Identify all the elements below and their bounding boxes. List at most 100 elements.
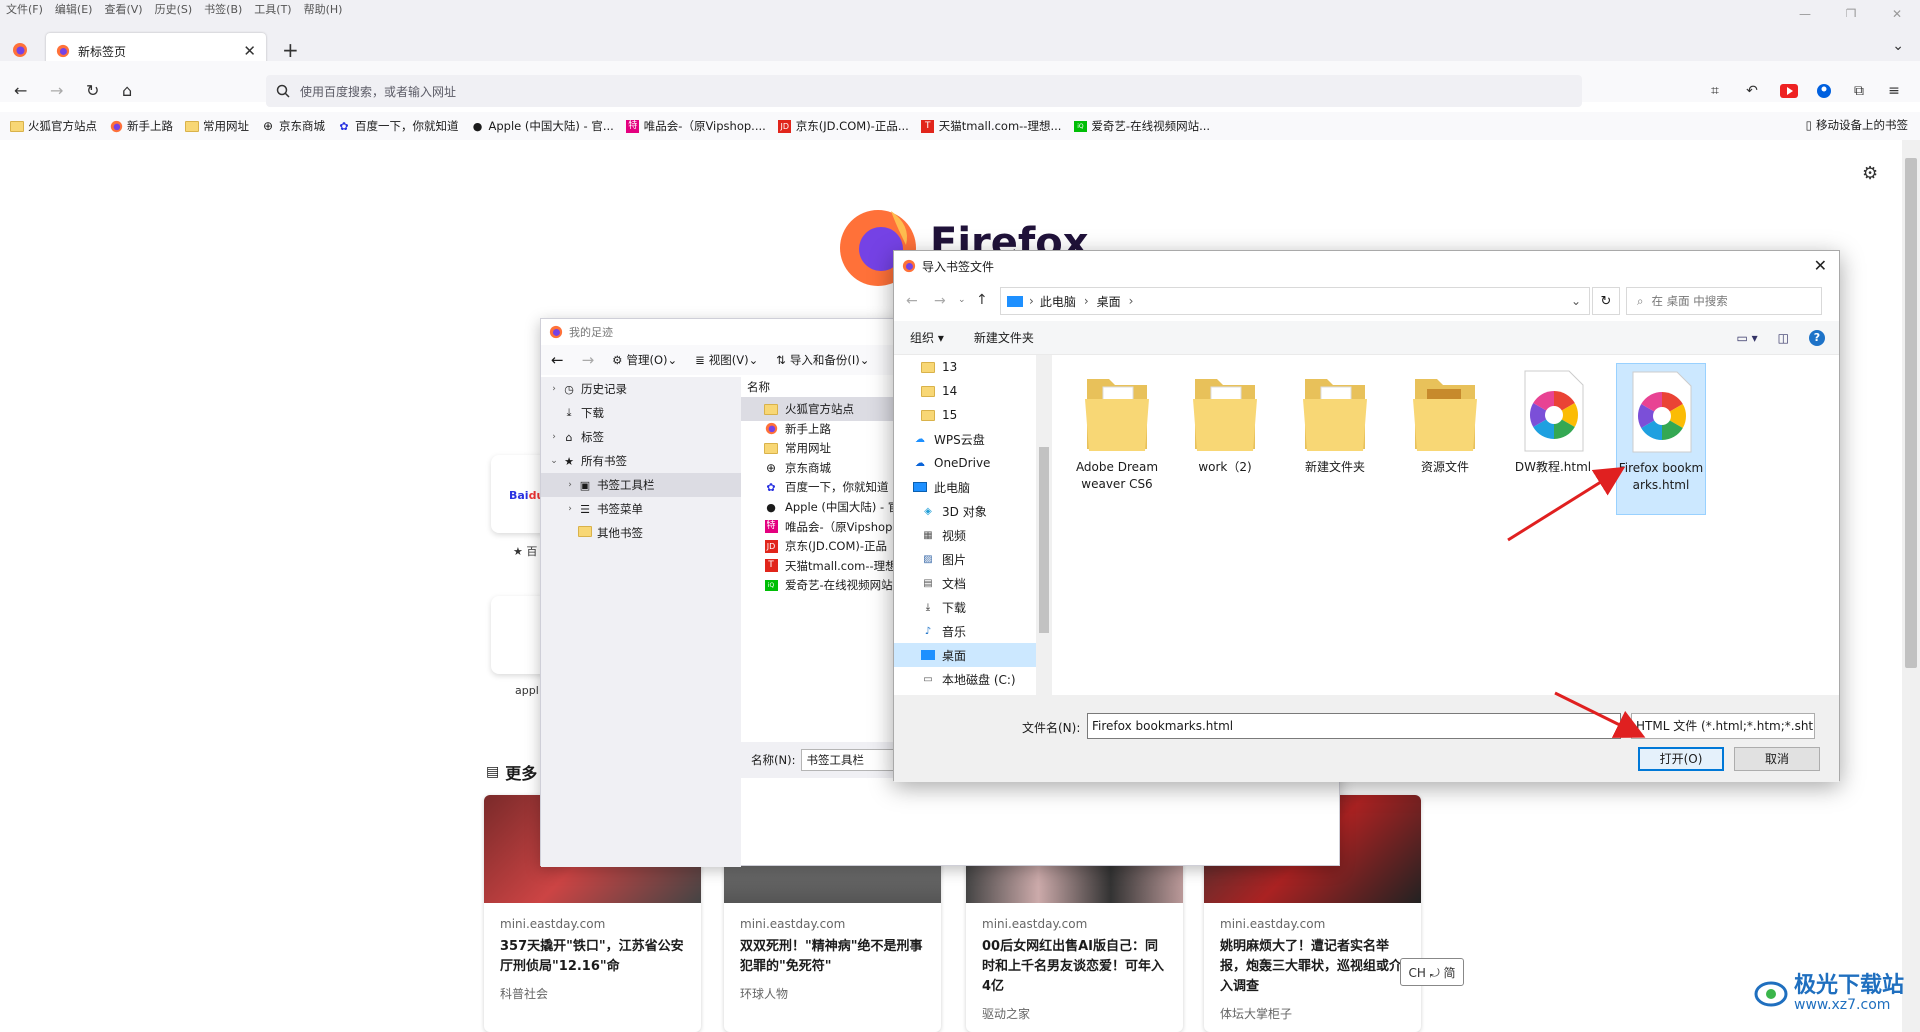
menu-item[interactable]: 查看(V) [98, 1, 148, 17]
chevron-icon[interactable]: › [563, 480, 577, 490]
library-tree-item[interactable]: › ▣ 书签工具栏 [541, 473, 741, 497]
extensions-icon[interactable]: ⧉ [1848, 80, 1870, 102]
file-item[interactable]: DW教程.html [1508, 363, 1598, 515]
new-tab-icon[interactable]: + [282, 38, 299, 62]
nav-pane-item[interactable]: ♪ 音乐 [894, 619, 1044, 643]
undo-icon[interactable]: ↶ [1741, 80, 1763, 102]
organize-button[interactable]: 组织 ▾ [910, 329, 944, 346]
file-item[interactable]: Adobe Dreamweaver CS6 [1072, 363, 1162, 515]
bookmark-label: 京东商城 [279, 119, 325, 133]
nav-pane-item[interactable]: 15 [894, 403, 1044, 427]
bookmark-item[interactable]: 常用网址 [185, 118, 249, 134]
chevron-icon[interactable]: ⌄ [547, 456, 561, 466]
refresh-icon[interactable]: ↻ [1592, 287, 1620, 315]
menu-item[interactable]: 历史(S) [149, 1, 199, 17]
gear-icon[interactable]: ⚙ [1862, 163, 1878, 184]
bookmark-item[interactable]: 新手上路 [109, 118, 173, 134]
library-tree-item[interactable]: ⤓ 下载 [541, 401, 741, 425]
forward-icon[interactable]: → [934, 293, 946, 309]
nav-pane-item[interactable]: ▨ 图片 [894, 547, 1044, 571]
close-icon[interactable]: ✕ [1814, 256, 1827, 275]
nav-pane-item[interactable]: 14 [894, 379, 1044, 403]
nav-pane-item[interactable]: ▭ 本地磁盘 (C:) [894, 667, 1044, 691]
cancel-button[interactable]: 取消 [1734, 747, 1820, 771]
close-tab-icon[interactable]: ✕ [243, 42, 256, 60]
nav-pane-item[interactable]: ☁ WPS云盘 [894, 427, 1044, 451]
filetype-select[interactable]: HTML 文件 (*.html;*.htm;*.sht [1631, 713, 1815, 739]
address-bar[interactable]: › 此电脑 › 桌面 › ⌄ [1000, 287, 1590, 315]
bookmark-item[interactable]: iQ 爱奇艺-在线视频网站... [1073, 118, 1210, 134]
chevron-down-icon[interactable]: ⌄ [958, 295, 966, 305]
bookmark-item[interactable]: ● Apple (中国大陆) - 官... [471, 118, 614, 134]
navigation-scrollbar-thumb[interactable] [1039, 447, 1049, 633]
page-scrollbar-thumb[interactable] [1905, 158, 1917, 668]
name-field[interactable]: 书签工具栏 [801, 749, 902, 771]
bookmark-item[interactable]: JD 京东(JD.COM)-正品... [778, 118, 909, 134]
nav-pane-item[interactable]: ☁ OneDrive [894, 451, 1044, 475]
nav-pane-item[interactable]: ▦ 视频 [894, 523, 1044, 547]
menu-item[interactable]: 编辑(E) [49, 1, 99, 17]
file-name: Firefox bookmarks.html [1618, 461, 1704, 492]
file-item[interactable]: work（2) [1180, 363, 1270, 515]
back-icon[interactable]: ← [551, 351, 564, 369]
screenshot-icon[interactable]: ⌗ [1704, 80, 1726, 102]
mobile-bookmarks[interactable]: ▯ 移动设备上的书签 [1806, 117, 1908, 133]
library-tree-item[interactable]: › ◷ 历史记录 [541, 377, 741, 401]
file-item[interactable]: Firefox bookmarks.html [1616, 363, 1706, 515]
back-icon[interactable]: ← [906, 293, 918, 309]
filename-input[interactable]: Firefox bookmarks.html [1087, 713, 1621, 739]
bookmark-item[interactable]: ✿ 百度一下，你就知道 [337, 118, 458, 134]
back-icon[interactable]: ← [14, 81, 27, 100]
bookmark-item[interactable]: 特唯品会-（原Vipshop.... [626, 118, 766, 134]
folder-icon [577, 526, 593, 540]
home-icon[interactable]: ⌂ [122, 81, 132, 100]
up-icon[interactable]: ↑ [976, 292, 988, 308]
ime-indicator[interactable]: CH ⤾ 简 [1400, 958, 1464, 986]
nav-pane-item[interactable]: ▤ 文档 [894, 571, 1044, 595]
breadcrumb-item[interactable]: 此电脑 [1040, 293, 1076, 310]
file-item[interactable]: 资源文件 [1400, 363, 1490, 515]
file-item[interactable]: 新建文件夹 [1290, 363, 1380, 515]
import-backup-menu[interactable]: ⇅ 导入和备份(I) ⌄ [776, 352, 869, 368]
vip-icon: 特 [626, 119, 640, 133]
firefox-view-icon[interactable] [12, 42, 28, 58]
chevron-icon[interactable]: › [547, 432, 561, 442]
library-tree-item[interactable]: 其他书签 [541, 521, 741, 545]
views-menu[interactable]: ≣ 视图(V) ⌄ [695, 352, 758, 368]
menu-item[interactable]: 帮助(H) [298, 1, 349, 17]
bookmark-item[interactable]: 火狐官方站点 [10, 118, 97, 134]
menu-item[interactable]: 书签(B) [198, 1, 248, 17]
menu-item[interactable]: 文件(F) [0, 1, 49, 17]
nav-pane-item[interactable]: ⤓ 下载 [894, 595, 1044, 619]
tab-list-icon[interactable]: ⌄ [1892, 38, 1904, 54]
account-icon[interactable] [1813, 80, 1835, 102]
view-options-icon[interactable]: ▭ ▾ [1736, 331, 1757, 345]
help-icon[interactable]: ? [1809, 329, 1825, 346]
library-tree-item[interactable]: ⌄ ★ 所有书签 [541, 449, 741, 473]
menu-item[interactable]: 工具(T) [248, 1, 297, 17]
search-field[interactable]: ⌕ 在 桌面 中搜索 [1626, 287, 1822, 315]
chevron-icon[interactable]: › [563, 504, 577, 514]
new-folder-button[interactable]: 新建文件夹 [974, 329, 1034, 346]
nav-pane-item[interactable]: 13 [894, 355, 1044, 379]
breadcrumb-item[interactable]: 桌面 [1097, 293, 1121, 310]
bookmark-item[interactable]: T 天猫tmall.com--理想... [921, 118, 1061, 134]
library-tree-item[interactable]: › ☰ 书签菜单 [541, 497, 741, 521]
chevron-down-icon[interactable]: ⌄ [1571, 294, 1581, 308]
preview-pane-icon[interactable]: ◫ [1778, 331, 1789, 345]
reload-icon[interactable]: ↻ [86, 81, 99, 100]
chevron-icon[interactable]: › [547, 384, 561, 394]
open-button[interactable]: 打开(O) [1638, 747, 1724, 771]
forward-icon[interactable]: → [50, 81, 63, 100]
nav-pane-item[interactable]: ◈ 3D 对象 [894, 499, 1044, 523]
url-bar[interactable]: 使用百度搜索，或者输入网址 [266, 75, 1582, 107]
video-icon[interactable] [1778, 80, 1800, 102]
manage-menu[interactable]: ⚙ 管理(O) ⌄ [612, 352, 677, 368]
nav-pane-item[interactable]: 此电脑 [894, 475, 1044, 499]
library-tree-item[interactable]: › ⌂ 标签 [541, 425, 741, 449]
app-menu-icon[interactable]: ≡ [1883, 80, 1905, 102]
story-source: mini.eastday.com [740, 917, 846, 931]
bookmark-item[interactable]: ⊕ 京东商城 [261, 118, 325, 134]
nav-pane-item[interactable]: 桌面 [894, 643, 1044, 667]
forward-icon[interactable]: → [582, 351, 595, 369]
